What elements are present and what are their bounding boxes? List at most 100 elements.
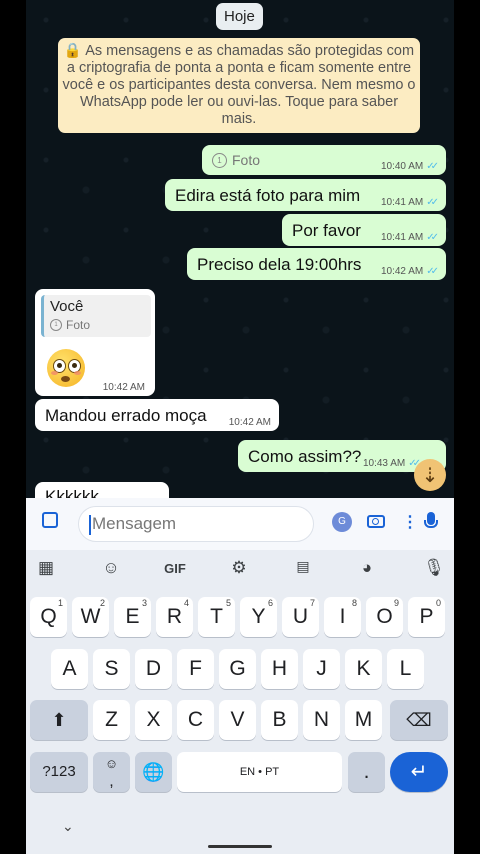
translate-icon[interactable]: G [332, 512, 352, 532]
key-r[interactable]: R4 [156, 597, 193, 637]
globe-icon: 🌐 [142, 762, 165, 782]
photo-placeholder: 1 Foto [212, 152, 260, 168]
gesture-handle [208, 845, 272, 848]
message-time: 10:40 AM [380, 161, 424, 172]
key-c[interactable]: C [177, 700, 214, 740]
message-text: Preciso dela 19:00hrs [197, 255, 362, 274]
voice-input-icon[interactable]: 🎙 [419, 558, 449, 578]
key-l[interactable]: L [387, 649, 424, 689]
message-time: 10:42 AM [380, 266, 424, 277]
more-options-icon[interactable]: ⋮ [402, 512, 418, 532]
quoted-message[interactable]: Você 1 Foto [41, 295, 151, 337]
key-z[interactable]: Z [93, 700, 130, 740]
enter-icon: ↵ [410, 761, 428, 783]
key-k[interactable]: K [345, 649, 382, 689]
shift-key[interactable]: ⬆ [30, 700, 88, 740]
message-meta: 10:42 AM ✓✓ [380, 266, 439, 277]
theme-palette-icon[interactable]: ◕ [352, 558, 382, 578]
translate-keyboard-icon[interactable]: ▤ [288, 558, 318, 575]
sticker-icon[interactable] [42, 512, 58, 528]
gif-button[interactable]: GIF [160, 561, 190, 576]
encryption-notice[interactable]: 🔒 As mensagens e as chamadas são protegi… [58, 38, 420, 133]
chat-area[interactable]: Hoje 🔒 As mensagens e as chamadas são pr… [26, 0, 454, 498]
keyboard: Mensagem G ⋮ ▦ ☺ GIF ⚙ ▤ ◕ 🎙 Q1 W2 E3 R4… [26, 498, 454, 854]
language-key[interactable]: 🌐 [135, 752, 172, 792]
message-meta: 10:43 AM ✓✓ [362, 458, 421, 469]
key-e[interactable]: E3 [114, 597, 151, 637]
symbols-key[interactable]: ?123 [30, 752, 88, 792]
scroll-down-button[interactable]: ⇣ [414, 459, 446, 491]
enter-key[interactable]: ↵ [390, 752, 448, 792]
read-ticks-icon: ✓✓ [426, 197, 439, 208]
sticker-keyboard-icon[interactable]: ☺ [96, 558, 126, 578]
message-time: 10:43 AM [362, 458, 406, 469]
backspace-icon: ⌫ [406, 710, 432, 730]
message-incoming[interactable]: Mandou errado moça 10:42 AM [35, 399, 279, 431]
backspace-key[interactable]: ⌫ [390, 700, 448, 740]
message-outgoing[interactable]: Edira está foto para mim 10:41 AM ✓✓ [165, 179, 446, 211]
message-meta: 10:41 AM ✓✓ [380, 197, 439, 208]
key-i[interactable]: I8 [324, 597, 361, 637]
shift-icon: ⬆ [51, 710, 67, 730]
message-meta: 10:41 AM ✓✓ [380, 232, 439, 243]
key-x[interactable]: X [135, 700, 172, 740]
collapse-keyboard-icon[interactable]: ⌄ [62, 818, 74, 835]
message-outgoing[interactable]: Por favor 10:41 AM ✓✓ [282, 214, 446, 246]
message-time: 10:42 AM [228, 417, 271, 428]
view-once-icon: 1 [50, 319, 62, 331]
message-input-row: Mensagem G ⋮ [26, 498, 454, 550]
apps-grid-icon[interactable]: ▦ [31, 558, 61, 578]
key-o[interactable]: O9 [366, 597, 403, 637]
message-time: 10:41 AM [380, 232, 424, 243]
message-text: Como assim?? [248, 447, 362, 466]
key-d[interactable]: D [135, 649, 172, 689]
message-text: Por favor [292, 221, 361, 240]
message-incoming[interactable]: Kkkkkk [35, 482, 169, 498]
read-ticks-icon: ✓✓ [426, 161, 439, 172]
key-h[interactable]: H [261, 649, 298, 689]
key-g[interactable]: G [219, 649, 256, 689]
message-input[interactable]: Mensagem [78, 506, 314, 542]
space-key[interactable]: EN • PT [177, 752, 342, 792]
key-y[interactable]: Y6 [240, 597, 277, 637]
key-v[interactable]: V [219, 700, 256, 740]
camera-icon[interactable] [367, 515, 385, 528]
key-u[interactable]: U7 [282, 597, 319, 637]
key-a[interactable]: A [51, 649, 88, 689]
key-w[interactable]: W2 [72, 597, 109, 637]
read-ticks-icon: ✓✓ [426, 232, 439, 243]
key-f[interactable]: F [177, 649, 214, 689]
message-text: Edira está foto para mim [175, 186, 361, 205]
emoji-icon: ☺ [104, 756, 119, 771]
mic-icon[interactable] [424, 512, 438, 528]
quote-preview: 1 Foto [50, 318, 145, 332]
message-time: 10:42 AM [102, 382, 145, 393]
message-outgoing[interactable]: Preciso dela 19:00hrs 10:42 AM ✓✓ [187, 248, 446, 280]
message-meta: 10:40 AM ✓✓ [380, 161, 439, 172]
message-incoming-reply[interactable]: Você 1 Foto 10:42 AM [35, 289, 155, 396]
key-j[interactable]: J [303, 649, 340, 689]
settings-gear-icon[interactable]: ⚙ [224, 558, 254, 578]
quote-text: Foto [66, 318, 91, 332]
read-ticks-icon: ✓✓ [426, 266, 439, 277]
message-photo[interactable]: 1 Foto 10:40 AM ✓✓ [202, 145, 446, 175]
message-time: 10:41 AM [380, 197, 424, 208]
message-text: Kkkkkk [45, 487, 99, 498]
key-p[interactable]: P0 [408, 597, 445, 637]
date-chip: Hoje [216, 3, 263, 30]
key-q[interactable]: Q1 [30, 597, 67, 637]
key-s[interactable]: S [93, 649, 130, 689]
keyboard-toolbar: ▦ ☺ GIF ⚙ ▤ ◕ 🎙 [26, 552, 454, 588]
emoji-comma-key[interactable]: ☺ , [93, 752, 130, 792]
photo-label: Foto [232, 152, 261, 168]
period-key[interactable]: . [348, 752, 385, 792]
message-text: Mandou errado moça [45, 406, 207, 425]
key-b[interactable]: B [261, 700, 298, 740]
message-placeholder: Mensagem [92, 514, 177, 533]
scroll-down-icon: ⇣ [421, 464, 439, 487]
quote-author: Você [50, 298, 84, 315]
key-n[interactable]: N [303, 700, 340, 740]
flushed-face-emoji-icon [47, 349, 85, 387]
key-t[interactable]: T5 [198, 597, 235, 637]
key-m[interactable]: M [345, 700, 382, 740]
